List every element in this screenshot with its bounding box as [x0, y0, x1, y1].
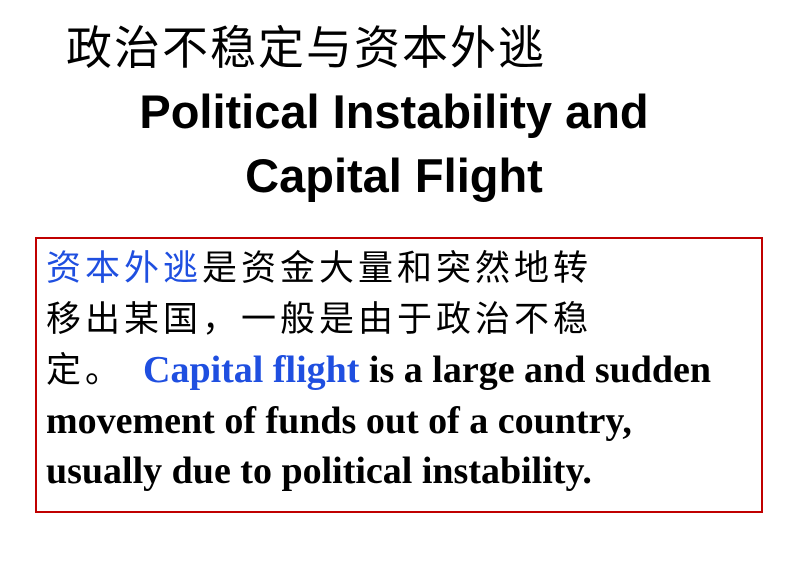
definition-text: 资本外逃是资金大量和突然地转移出某国，一般是由于政治不稳 定。 Capital f… — [46, 243, 746, 496]
definition-chinese-line-2: 移出某国，一般是由于政治不稳 — [46, 300, 593, 340]
slide-title-english: Political Instability and Capital Flight — [0, 80, 788, 208]
definition-chinese-line-1: 是资金大量和突然地转 — [202, 249, 593, 289]
definition-chinese-line-3: 定。 — [46, 351, 125, 391]
definition-term-english: Capital flight — [143, 349, 360, 391]
slide-title-chinese: 政治不稳定与资本外逃 — [66, 21, 546, 75]
slide-title-english-line-2: Capital Flight — [245, 149, 543, 202]
slide-title-english-line-1: Political Instability and — [139, 85, 649, 138]
definition-term-chinese: 资本外逃 — [46, 249, 203, 289]
